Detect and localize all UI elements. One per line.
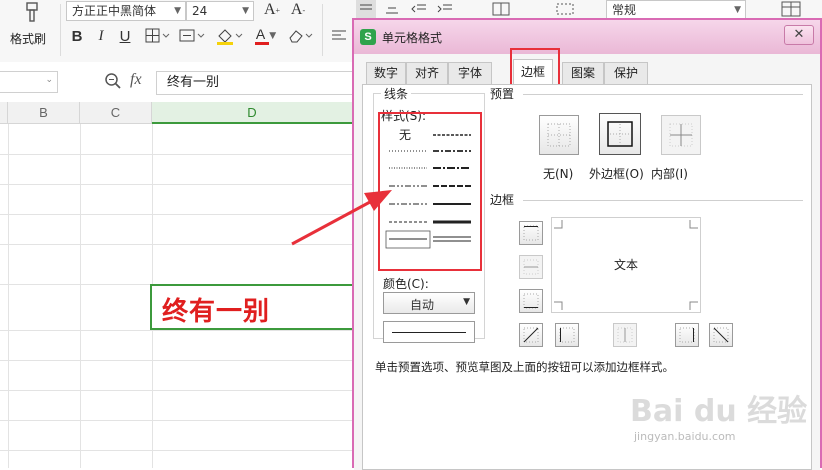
annotation-arrow [291,190,392,246]
